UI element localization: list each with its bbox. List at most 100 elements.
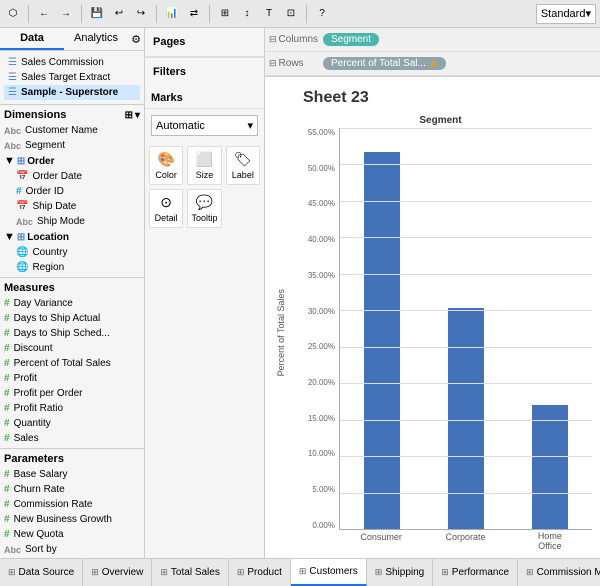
y-axis-label: Percent of Total Sales [276,289,286,376]
measure-sales[interactable]: # Sales [0,431,144,446]
measure-profit-per-order[interactable]: # Profit per Order [0,386,144,401]
folder-icon: ⊞ [17,156,25,167]
tooltip-icon[interactable]: ? [313,5,331,23]
x-label-corporate: Corporate [423,530,507,550]
param-sort-by[interactable]: Abc Sort by [0,542,144,557]
tab-data-source[interactable]: ⊞ Data Source [0,559,83,586]
dim-segment[interactable]: Abc Segment [0,138,144,153]
measure-days-ship-actual[interactable]: # Days to Ship Actual [0,311,144,326]
grid-line [340,383,592,384]
dim-order-folder[interactable]: ▼ ⊞ Order [0,153,144,169]
measure-profit[interactable]: # Profit [0,371,144,386]
tab-customers[interactable]: ⊞ Customers [291,559,367,586]
dim-order-date[interactable]: 📅 Order Date [0,169,144,184]
save-icon[interactable]: 💾 [88,5,106,23]
sort-icon[interactable]: ↕ [238,5,256,23]
measure-percent-total-sales[interactable]: # Percent of Total Sales [0,356,144,371]
measure-profit-ratio[interactable]: # Profit Ratio [0,401,144,416]
green-hash-icon: # [4,373,10,384]
panel-settings-icon[interactable]: ⚙ [128,28,144,50]
y-axis-label-wrapper: Percent of Total Sales [273,115,289,550]
tooltip-button[interactable]: 💬 Tooltip [187,189,221,228]
forward-button[interactable]: → [57,5,75,23]
filter-icon[interactable]: ⊞ [216,5,234,23]
grid-line [340,310,592,311]
dim-country[interactable]: 🌐 Country [0,245,144,260]
percent-total-sales-pill[interactable]: Percent of Total Sal... ▲ [323,57,446,70]
swap-icon[interactable]: ⇄ [185,5,203,23]
separator [156,5,157,23]
color-button[interactable]: 🎨 Color [149,146,183,185]
fit-icon[interactable]: ⊡ [282,5,300,23]
measures-header: Measures [0,278,144,296]
segment-pill[interactable]: Segment [323,33,379,46]
tab-icon: ⊞ [237,567,245,578]
dim-ship-date[interactable]: 📅 Ship Date [0,199,144,214]
labels-icon[interactable]: T [260,5,278,23]
tab-overview[interactable]: ⊞ Overview [83,559,152,586]
param-new-business[interactable]: # New Business Growth [0,512,144,527]
detail-button[interactable]: ⊙ Detail [149,189,183,228]
tab-icon: ⊞ [375,567,383,578]
tab-product[interactable]: ⊞ Product [229,559,291,586]
size-icon: ⬜ [196,151,213,168]
datasource-sales-commission[interactable]: ☰ Sales Commission [4,55,140,70]
tab-commission-model[interactable]: ⊞ Commission Model [518,559,600,586]
datasource-superstore[interactable]: ☰ Sample - Superstore [4,85,140,100]
dim-customer-name[interactable]: Abc Customer Name [0,123,144,138]
datasource-sales-target[interactable]: ☰ Sales Target Extract [4,70,140,85]
dim-region[interactable]: 🌐 Region [0,260,144,275]
param-churn-rate[interactable]: # Churn Rate [0,482,144,497]
param-base-salary[interactable]: # Base Salary [0,467,144,482]
analytics-tab[interactable]: Analytics [64,28,128,50]
calendar-icon: 📅 [16,201,28,212]
back-button[interactable]: ← [35,5,53,23]
tab-total-sales[interactable]: ⊞ Total Sales [152,559,228,586]
grid-line [340,420,592,421]
grid-line [340,128,592,129]
bar-home-office[interactable] [532,405,568,529]
marks-panel: Pages Filters Marks Automatic ▾ 🎨 Color … [145,28,265,558]
label-button[interactable]: 🏷 Label [226,146,260,185]
dim-ship-mode[interactable]: Abc Ship Mode [0,214,144,229]
bar-group-home-office [508,128,592,529]
measure-quantity[interactable]: # Quantity [0,416,144,431]
view-icon[interactable]: 📊 [163,5,181,23]
tab-shipping[interactable]: ⊞ Shipping [367,559,433,586]
tab-performance[interactable]: ⊞ Performance [433,559,518,586]
marks-section-title: Marks [145,86,264,109]
separator [306,5,307,23]
chart-with-yaxis: 55.00% 50.00% 45.00% 40.00% 35.00% 30.00… [289,128,592,550]
left-panel: Data Analytics ⚙ ☰ Sales Commission ☰ Sa… [0,28,145,558]
rows-pill-label: Percent of Total Sal... [331,58,426,69]
data-tab[interactable]: Data [0,28,64,50]
dim-order-id[interactable]: # Order ID [0,184,144,199]
calendar-icon: 📅 [16,171,28,182]
dimensions-search-icon[interactable]: ▾ [135,110,140,121]
globe-icon: 🌐 [16,247,28,258]
measure-discount[interactable]: # Discount [0,341,144,356]
param-new-quota[interactable]: # New Quota [0,527,144,542]
dimensions-grid-icon[interactable]: ⊞ [125,110,133,121]
separator [81,5,82,23]
undo-icon[interactable]: ↩ [110,5,128,23]
tab-icon: ⊞ [441,567,449,578]
dim-location-folder[interactable]: ▼ ⊞ Location [0,229,144,245]
marks-type-dropdown[interactable]: Automatic ▾ [151,115,258,136]
grid-line [340,493,592,494]
green-hash-icon: # [4,514,10,525]
size-button[interactable]: ⬜ Size [187,146,221,185]
param-commission-rate[interactable]: # Commission Rate [0,497,144,512]
abc-icon: Abc [16,217,33,227]
rows-shelf: ⊟ Rows Percent of Total Sal... ▲ [265,52,600,76]
measure-day-variance[interactable]: # Day Variance [0,296,144,311]
green-hash-icon: # [4,358,10,369]
redo-icon[interactable]: ↪ [132,5,150,23]
green-hash-icon: # [4,313,10,324]
measure-days-ship-sched[interactable]: # Days to Ship Sched... [0,326,144,341]
columns-label: ⊟ Columns [269,34,319,45]
chart-panel: ⊟ Columns Segment ⊟ Rows Percent of Tota… [265,28,600,558]
standard-dropdown[interactable]: Standard ▾ [536,4,596,24]
toolbar: ⬡ ← → 💾 ↩ ↪ 📊 ⇄ ⊞ ↕ T ⊡ ? Standard ▾ [0,0,600,28]
bar-consumer[interactable] [364,152,400,529]
